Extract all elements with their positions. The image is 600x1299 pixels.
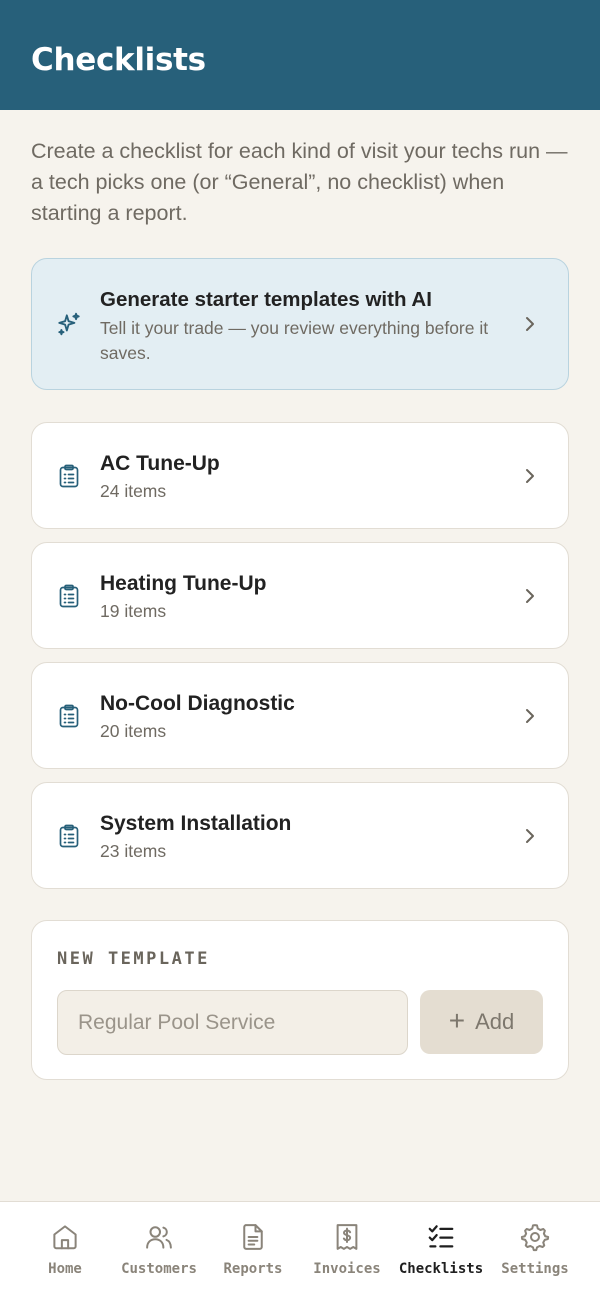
page-title: Checklists	[31, 42, 206, 78]
tab-home[interactable]: Home	[18, 1202, 112, 1299]
template-card[interactable]: AC Tune-Up 24 items	[31, 422, 569, 529]
clipboard-icon	[59, 824, 79, 848]
new-template-label: NEW TEMPLATE	[57, 949, 210, 969]
template-item-count: 24 items	[100, 481, 167, 501]
sparkles-icon	[58, 312, 80, 336]
tab-checklists[interactable]: Checklists	[394, 1202, 488, 1299]
generate-ai-templates-card[interactable]: Generate starter templates with AI Tell …	[31, 258, 569, 390]
template-card[interactable]: Heating Tune-Up 19 items	[31, 542, 569, 649]
tab-label: Invoices	[313, 1261, 381, 1277]
gear-icon	[520, 1224, 550, 1252]
clipboard-icon	[59, 584, 79, 608]
add-template-button[interactable]: + Add	[420, 990, 543, 1054]
tab-settings[interactable]: Settings	[488, 1202, 582, 1299]
app-header: Checklists	[0, 0, 600, 110]
template-card[interactable]: No-Cool Diagnostic 20 items	[31, 662, 569, 769]
template-card[interactable]: System Installation 23 items	[31, 782, 569, 889]
chevron-right-icon	[526, 709, 534, 723]
tab-label: Home	[48, 1261, 82, 1277]
template-name: No-Cool Diagnostic	[100, 692, 295, 715]
template-item-count: 19 items	[100, 601, 167, 621]
checklist-icon	[428, 1225, 454, 1248]
template-name: Heating Tune-Up	[100, 572, 267, 595]
users-icon	[146, 1226, 172, 1249]
chevron-right-icon	[526, 829, 534, 843]
new-template-card: NEW TEMPLATE + Add	[31, 920, 569, 1080]
plus-icon: +	[448, 1004, 466, 1036]
tab-reports[interactable]: Reports	[206, 1202, 300, 1299]
ai-card-title: Generate starter templates with AI	[100, 288, 432, 311]
template-name: AC Tune-Up	[100, 452, 220, 475]
clipboard-icon	[59, 704, 79, 728]
tab-label: Reports	[223, 1261, 283, 1277]
new-template-name-input[interactable]	[57, 990, 408, 1055]
template-item-count: 20 items	[100, 721, 167, 741]
ai-card-subtitle: Tell it your trade — you review everythi…	[100, 318, 489, 363]
chevron-right-icon	[526, 589, 534, 603]
tab-label: Customers	[121, 1261, 197, 1277]
tab-label: Settings	[501, 1261, 569, 1277]
tab-invoices[interactable]: Invoices	[300, 1202, 394, 1299]
chevron-right-icon	[526, 469, 534, 483]
clipboard-icon	[59, 464, 79, 488]
tab-label: Checklists	[398, 1261, 484, 1277]
document-icon	[243, 1224, 263, 1250]
home-icon	[53, 1225, 77, 1250]
bottom-tab-bar: Home Customers Reports Invoices Checklis…	[0, 1201, 600, 1299]
template-name: System Installation	[100, 812, 292, 835]
receipt-icon	[336, 1224, 358, 1250]
chevron-right-icon	[526, 317, 534, 331]
intro-text: Create a checklist for each kind of visi…	[31, 139, 568, 225]
tab-customers[interactable]: Customers	[112, 1202, 206, 1299]
template-item-count: 23 items	[100, 841, 167, 861]
add-button-label: Add	[475, 1009, 515, 1034]
